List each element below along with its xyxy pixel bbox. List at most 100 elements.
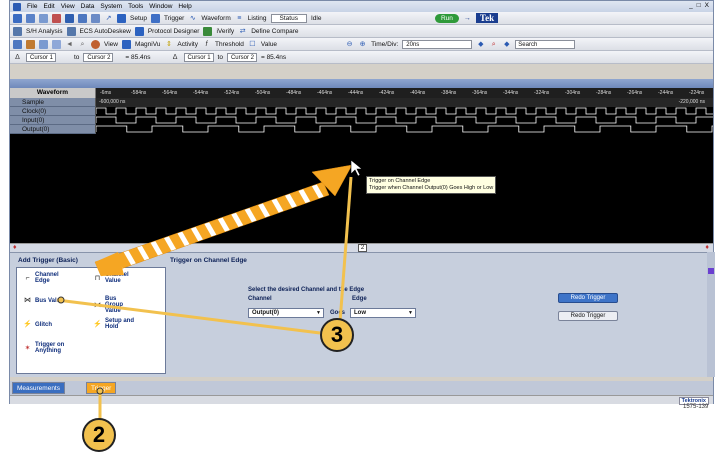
trigger-item-setup-hold[interactable]: ⚡ Setup and Hold [93,318,135,330]
redo-trigger-button[interactable]: Redo Trigger [558,311,618,321]
trigger-tooltip: Trigger on Channel Edge Trigger when Cha… [366,176,497,194]
sh-analysis-button[interactable]: S/H Analysis [26,28,63,35]
signal-row-output[interactable]: Output(0) [10,125,96,134]
menu-view[interactable]: View [61,3,75,10]
setup-button[interactable]: Setup [130,15,147,22]
search-prev-icon[interactable]: ◆ [476,40,485,49]
sample-values: -600,000 ns -220,000 ns [96,98,713,107]
activity-button[interactable]: Activity [177,41,198,48]
scroll-icon[interactable] [52,39,61,49]
verify-icon [203,26,213,36]
chevron-down-icon: ▼ [408,310,413,316]
menu-data[interactable]: Data [81,3,95,10]
menu-system[interactable]: System [100,3,122,10]
trigger-item-glitch[interactable]: ⚡ Glitch [23,320,65,329]
waveform-header[interactable]: Waveform [10,88,96,98]
cursor1b-select[interactable]: Cursor 1 [183,52,214,62]
setup-hold-icon: ⚡ [93,320,102,328]
zoom-in-icon[interactable]: ⊕ [358,40,367,49]
status-button[interactable]: Status [270,13,307,23]
binoculars-icon[interactable]: ⌕ [78,40,87,49]
menu-tools[interactable]: Tools [128,3,143,10]
magnivu-button[interactable]: MagniVu [135,41,160,48]
signal-row-sample[interactable]: Sample [10,98,96,107]
maximize-button[interactable]: □ [697,2,701,9]
trigger-item-channel-edge[interactable]: ⌐ Channel Edge [23,272,65,284]
channel-select[interactable]: Output(0) ▼ [248,308,324,318]
open-icon[interactable] [39,13,48,23]
define-compare-button[interactable]: Define Compare [251,28,298,35]
pointer-icon[interactable]: ↗ [104,14,113,23]
sample-right-value: -220,000 ns [678,99,705,105]
signal-row-clock[interactable]: Clock(0) [10,107,96,116]
cursor1-select[interactable]: Cursor 1 [26,52,56,62]
advanced-trigger-button[interactable]: Redo Trigger [558,293,618,303]
arrow-right-icon: → [463,14,471,22]
view-button[interactable]: View [104,41,118,48]
menu-file[interactable]: File [27,3,37,10]
waveform-window: Waveform Sample Clock(0) Input(0) Output… [10,88,713,252]
menu-edit[interactable]: Edit [43,3,54,10]
print-icon[interactable] [52,13,61,23]
trigger-item-anything[interactable]: ✶ Trigger on Anything [23,342,65,354]
tab-measurements[interactable]: Measurements [12,382,65,394]
trigger-item-bus-group-value[interactable]: ⋈ Bus Group Value [93,296,135,314]
time-tick: -504ns [255,90,271,96]
tab-trigger[interactable]: Trigger [86,382,117,394]
waveform-icon: ∿ [189,14,196,22]
marker-icon[interactable] [26,39,35,49]
to2-label: to [217,53,223,61]
trigger-item-bus-value[interactable]: ⋈ Bus Value [23,296,65,305]
bus-group-value-icon: ⋈ [94,301,101,309]
waveform-toolbar: ◄ ⌕ View MagniVu ⇕ Activity f Threshold … [10,38,713,51]
output-trace [96,125,713,133]
status-bar: Tektronix [10,395,713,405]
glitch-icon: ⚡ [23,321,32,328]
new-icon[interactable] [13,13,22,23]
trigger-toolbar-button[interactable]: Trigger [164,15,184,22]
save-icon[interactable] [26,13,35,23]
layout-icon[interactable] [91,13,100,23]
menu-window[interactable]: Window [149,3,172,10]
signal-row-input[interactable]: Input(0) [10,116,96,125]
minimize-button[interactable]: _ [689,2,693,9]
edge-select[interactable]: Low ▼ [350,308,416,318]
menu-help[interactable]: Help [178,3,191,10]
value-button[interactable]: Value [261,41,277,48]
protocol-designer-button[interactable]: Protocol Designer [148,28,200,35]
splitter-left-icon[interactable]: ♦ [13,244,17,251]
search-field[interactable]: Search [515,39,576,49]
waveform-button[interactable]: Waveform [201,15,230,22]
iverify-button[interactable]: iVerify [216,28,234,35]
close-button[interactable]: X [705,2,709,9]
timediv-select[interactable]: 20ns [402,39,473,49]
trigger-item-channel-value[interactable]: ⊓ Channel Value [93,272,135,284]
listing-button[interactable]: Listing [248,15,267,22]
zoom-out-icon[interactable]: ⊖ [345,40,354,49]
timediv-label: Time/Div: [371,40,399,48]
system-icon[interactable] [65,13,74,23]
channel-edge-icon: ⌐ [25,274,30,282]
autodeskew-button[interactable]: ECS AutoDeskew [80,28,131,35]
waveform-traces[interactable] [96,107,713,243]
search-next-icon[interactable]: ◆ [502,40,511,49]
panel-toggle-icon[interactable] [708,268,714,274]
zoom-icon[interactable] [13,39,22,49]
window-icon[interactable] [78,13,87,23]
time-tick: -384ns [441,90,457,96]
toolbar-gap: Z [10,64,713,88]
listing-icon: ≡ [237,14,242,22]
threshold-button[interactable]: Threshold [215,41,244,48]
run-button[interactable]: Run [434,13,459,23]
cursor2b-select[interactable]: Cursor 2 [226,52,257,62]
search-binoculars-icon[interactable]: ⌕ [489,40,498,49]
cursor2-select[interactable]: Cursor 2 [83,52,114,62]
splitter-right-icon[interactable]: ♦ [705,244,709,251]
back-icon[interactable]: ◄ [65,40,74,49]
tooltip-line1: Trigger on Channel Edge [369,178,431,184]
time-tick: -444ns [348,90,364,96]
marker-2-icon[interactable]: 2 [358,244,367,252]
trigger-panel: Add Trigger (Basic) Trigger on Channel E… [10,252,713,377]
group-icon[interactable] [39,39,48,49]
splitter-bar[interactable]: ♦ 2 ♦ [10,243,713,252]
